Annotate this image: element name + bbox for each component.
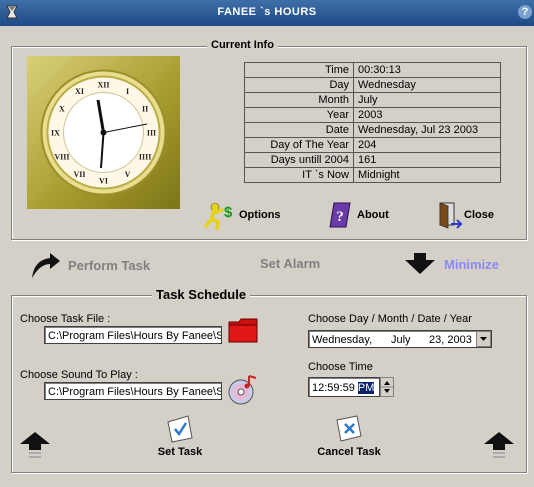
task-file-label: Choose Task File :	[20, 313, 111, 325]
cancel-x-icon	[336, 415, 362, 442]
clock-numeral: VI	[99, 177, 108, 186]
info-value: 161	[353, 152, 501, 168]
time-input[interactable]: 12:59:59 PM	[308, 377, 380, 397]
spin-down-icon[interactable]	[384, 389, 390, 393]
options-button[interactable]: $ Options	[204, 200, 281, 230]
about-label: About	[357, 209, 389, 221]
set-task-label: Set Task	[157, 446, 203, 458]
window-title: FANEE `s HOURS	[217, 6, 317, 18]
minimize-label: Minimize	[444, 256, 499, 272]
clock-numeral: X	[59, 105, 65, 114]
clock-numeral: VIII	[54, 153, 69, 162]
about-icon: ?	[329, 202, 351, 228]
minimize-button[interactable]: Minimize	[403, 250, 499, 278]
clock-numeral: VII	[73, 170, 85, 179]
info-value: July	[353, 92, 501, 108]
info-value: 2003	[353, 107, 501, 123]
current-info-legend: Current Info	[207, 39, 278, 51]
info-row: Date Wednesday, Jul 23 2003	[244, 122, 501, 138]
time-ampm: PM	[357, 382, 375, 394]
date-month: July	[391, 334, 411, 346]
info-label: Day of The Year	[244, 137, 354, 153]
cancel-task-button[interactable]: Cancel Task	[312, 414, 386, 458]
spin-up-icon[interactable]	[384, 381, 390, 385]
folder-icon[interactable]	[227, 316, 259, 344]
curved-arrow-icon	[32, 253, 60, 278]
date-rest: 23, 2003	[429, 334, 472, 346]
date-dropdown-button[interactable]	[476, 331, 491, 347]
info-row: Days untill 2004 161	[244, 152, 501, 168]
info-row: Month July	[244, 92, 501, 108]
info-label: Month	[244, 92, 354, 108]
music-cd-icon[interactable]	[227, 374, 259, 406]
task-file-input[interactable]: C:\Program Files\Hours By Fanee\St	[44, 326, 222, 344]
task-schedule-legend: Task Schedule	[152, 287, 251, 302]
info-row: Day of The Year 204	[244, 137, 501, 153]
close-button[interactable]: Close	[437, 200, 494, 230]
time-value: 12:59:59	[312, 382, 355, 394]
info-label: IT `s Now	[244, 167, 354, 183]
info-value: 204	[353, 137, 501, 153]
date-label: Choose Day / Month / Date / Year	[308, 313, 472, 325]
clock-numeral: I	[126, 87, 129, 96]
minimize-arrow-icon	[405, 253, 435, 274]
sound-label: Choose Sound To Play :	[20, 369, 138, 381]
info-row: Day Wednesday	[244, 77, 501, 93]
analog-clock: XII I II III IIII V VI VII VIII IX X XI	[27, 56, 180, 209]
scroll-up-right-icon[interactable]	[482, 430, 516, 460]
chevron-down-icon	[480, 337, 487, 341]
info-label: Year	[244, 107, 354, 123]
help-button[interactable]: ?	[518, 5, 532, 19]
options-label: Options	[239, 209, 281, 221]
sound-file-input[interactable]: C:\Program Files\Hours By Fanee\St	[44, 382, 222, 400]
perform-task-label: Perform Task	[68, 257, 151, 273]
info-row: Year 2003	[244, 107, 501, 123]
info-label: Day	[244, 77, 354, 93]
title-bar[interactable]: FANEE `s HOURS ?	[0, 0, 534, 26]
clock-numeral: II	[142, 105, 148, 114]
info-label: Time	[244, 62, 354, 78]
info-value: Wednesday, Jul 23 2003	[353, 122, 501, 138]
svg-text:?: ?	[336, 209, 344, 225]
info-value: Midnight	[353, 167, 501, 183]
info-table: Time 00:30:13 Day Wednesday Month July Year 200…	[244, 62, 501, 183]
time-spinner[interactable]	[380, 377, 394, 397]
clock-numeral: IIII	[139, 153, 151, 162]
date-day: Wednesday,	[312, 334, 373, 346]
close-label: Close	[464, 209, 494, 221]
info-label: Date	[244, 122, 354, 138]
cancel-task-label: Cancel Task	[317, 446, 381, 458]
info-value: Wednesday	[353, 77, 501, 93]
options-icon: $	[204, 202, 233, 230]
about-button[interactable]: ? About	[326, 200, 389, 230]
info-label: Days untill 2004	[244, 152, 354, 168]
info-row: Time 00:30:13	[244, 62, 501, 78]
exit-door-icon	[439, 202, 463, 229]
time-label: Choose Time	[308, 361, 373, 373]
clock-numeral: IX	[51, 129, 60, 138]
clock-numeral: V	[125, 170, 131, 179]
perform-task-button[interactable]: Perform Task	[28, 250, 150, 280]
info-value: 00:30:13	[353, 62, 501, 78]
clock-numeral: III	[147, 129, 156, 138]
date-picker[interactable]: Wednesday, July 23, 2003	[308, 330, 492, 348]
scroll-up-left-icon[interactable]	[18, 430, 52, 460]
clock-numeral: XI	[75, 87, 84, 96]
clock-numeral: XII	[97, 81, 109, 90]
info-row: IT `s Now Midnight	[244, 167, 501, 183]
checkmark-icon	[167, 415, 193, 443]
set-task-button[interactable]: Set Task	[150, 414, 210, 458]
set-alarm-button[interactable]: Set Alarm	[260, 256, 320, 271]
svg-text:$: $	[224, 204, 233, 221]
